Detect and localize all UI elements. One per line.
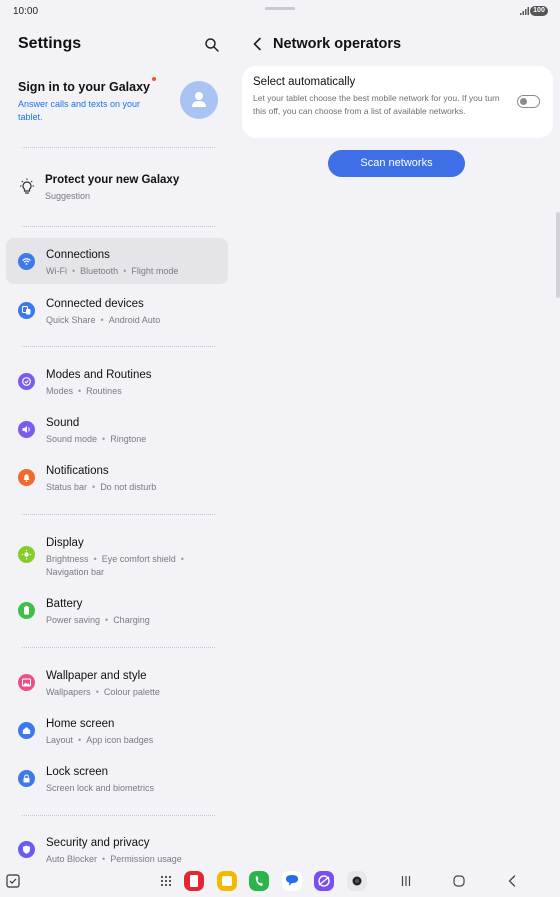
edge-panel-handle[interactable] (556, 212, 560, 298)
signin-description: Answer calls and texts on your tablet. (18, 99, 141, 122)
item-subtitle: Sound mode • Ringtone (46, 434, 147, 444)
status-time: 10:00 (13, 6, 39, 17)
lock-icon (18, 770, 35, 787)
back-button[interactable] (501, 870, 523, 892)
settings-item-notifications[interactable]: Notifications Status bar • Do not disturb (6, 454, 228, 500)
settings-item-battery[interactable]: Battery Power saving • Charging (6, 587, 228, 633)
internet-app-icon[interactable] (313, 870, 335, 892)
item-subtitle: Brightness • Eye comfort shield • Navigation… (46, 554, 184, 577)
item-title: Modes and Routines (46, 369, 152, 381)
settings-item-display[interactable]: Display Brightness • Eye comfort shield • Na… (6, 526, 228, 580)
item-title: Security and privacy (46, 837, 150, 849)
settings-item-lock-screen[interactable]: Lock screen Screen lock and biometrics (6, 755, 228, 801)
item-title: Notifications (46, 465, 109, 477)
home-button[interactable] (448, 870, 470, 892)
item-subtitle: Quick Share • Android Auto (46, 315, 161, 325)
page-title: Settings (18, 35, 82, 52)
avatar (180, 81, 218, 119)
display-icon (18, 546, 35, 563)
signin-title: Sign in to your Galaxy (18, 80, 150, 94)
network-operators-pane: Network operators Select automatically L… (240, 22, 560, 862)
settings-list-pane: Settings Sign in to your Galaxy Answer c… (0, 22, 240, 864)
messages-app-icon[interactable] (281, 870, 303, 892)
divider (22, 346, 215, 347)
divider (22, 815, 215, 816)
settings-item-sound[interactable]: Sound Sound mode • Ringtone (6, 406, 228, 452)
select-automatically-toggle[interactable] (517, 95, 540, 108)
notification-dot (152, 77, 156, 81)
suggestion-title: Protect your new Galaxy (45, 174, 180, 186)
select-automatically-setting[interactable]: Select automatically Let your tablet cho… (242, 66, 553, 138)
signal-icon (520, 7, 529, 15)
setting-description: Let your tablet choose the best mobile n… (253, 93, 500, 116)
pane-handle[interactable] (265, 7, 295, 10)
item-title: Sound (46, 417, 80, 429)
camera-app-icon[interactable] (346, 870, 368, 892)
settings-item-modes-routines[interactable]: Modes and Routines Modes • Routines (6, 358, 228, 404)
divider (22, 226, 215, 227)
item-subtitle: Wi-Fi • Bluetooth • Flight mode (46, 266, 179, 276)
back-arrow-icon[interactable] (251, 36, 265, 52)
item-title: Battery (46, 598, 83, 610)
screenshot-toolbar-icon[interactable] (2, 870, 24, 892)
item-subtitle: Wallpapers • Colour palette (46, 687, 160, 697)
divider (22, 147, 215, 148)
red-app-icon[interactable] (183, 870, 205, 892)
notes-app-icon[interactable] (216, 870, 238, 892)
battery-icon (18, 602, 35, 619)
battery-icon: 100 (530, 6, 548, 16)
connected-devices-icon (18, 302, 35, 319)
divider (22, 647, 215, 648)
item-subtitle: Screen lock and biometrics (46, 783, 155, 793)
item-title: Lock screen (46, 766, 109, 778)
scan-networks-button[interactable]: Scan networks (328, 150, 465, 177)
suggestion-subtitle: Suggestion (45, 191, 91, 201)
divider (22, 514, 215, 515)
setting-title: Select automatically (253, 76, 356, 88)
person-icon (192, 92, 206, 107)
settings-item-home-screen[interactable]: Home screen Layout • App icon badges (6, 707, 228, 753)
settings-item-wallpaper[interactable]: Wallpaper and style Wallpapers • Colour pa… (6, 659, 228, 705)
search-icon[interactable] (204, 37, 220, 53)
home-screen-icon (18, 722, 35, 739)
wallpaper-icon (18, 674, 35, 691)
item-subtitle: Auto Blocker • Permission usage (46, 854, 182, 864)
modes-icon (18, 373, 35, 390)
suggestion-protect-galaxy[interactable]: Protect your new Galaxy Suggestion (18, 174, 218, 208)
settings-item-connected-devices[interactable]: Connected devices Quick Share • Android Au… (6, 287, 228, 333)
toggle-knob (519, 97, 527, 105)
item-subtitle: Modes • Routines (46, 386, 122, 396)
status-bar: 10:00 100 (0, 0, 560, 22)
lightbulb-icon (20, 178, 34, 194)
sound-icon (18, 421, 35, 438)
phone-app-icon[interactable] (248, 870, 270, 892)
item-subtitle: Status bar • Do not disturb (46, 482, 157, 492)
item-subtitle: Layout • App icon badges (46, 735, 154, 745)
security-icon (18, 841, 35, 858)
samsung-account-signin[interactable]: Sign in to your Galaxy Answer calls and … (18, 77, 233, 137)
notifications-icon (18, 469, 35, 486)
item-title: Home screen (46, 718, 115, 730)
recents-button[interactable] (395, 870, 417, 892)
item-title: Display (46, 537, 84, 549)
wifi-icon (18, 253, 35, 270)
settings-item-connections[interactable]: Connections Wi-Fi • Bluetooth • Flight mode (6, 238, 228, 284)
apps-grid-icon[interactable] (155, 870, 177, 892)
item-title: Connected devices (46, 298, 144, 310)
item-title: Wallpaper and style (46, 670, 147, 682)
item-title: Connections (46, 249, 110, 261)
taskbar (0, 866, 560, 896)
item-subtitle: Power saving • Charging (46, 615, 150, 625)
page-title: Network operators (273, 36, 402, 52)
